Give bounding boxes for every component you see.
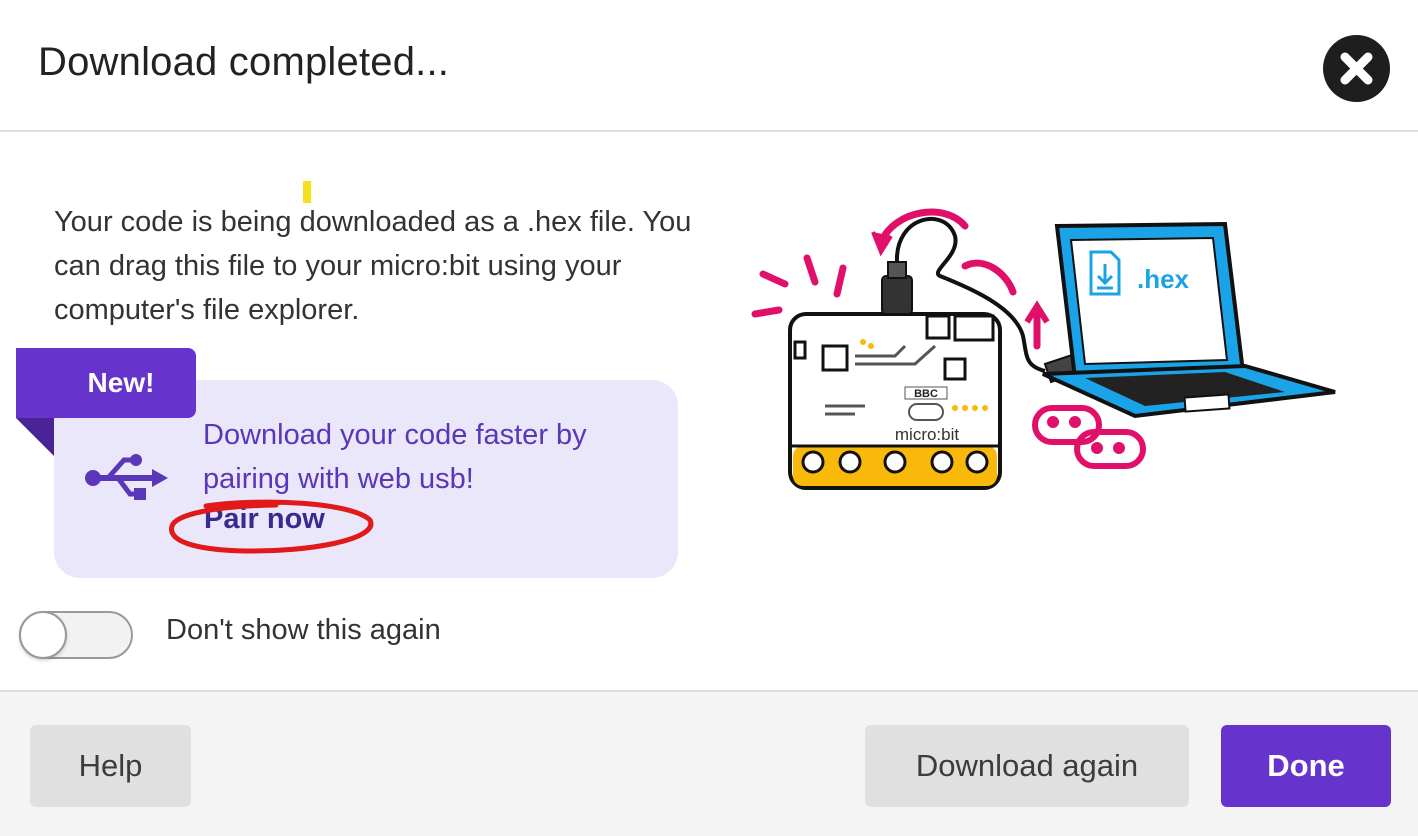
laptop: .hex — [1042, 221, 1336, 419]
pair-now-link[interactable]: Pair now — [204, 503, 325, 536]
promo-text: Download your code faster by pairing wit… — [203, 419, 587, 495]
toggle-knob — [19, 611, 67, 659]
spark-marks — [751, 254, 847, 318]
done-button[interactable]: Done — [1221, 725, 1391, 807]
laptop-file-label: .hex — [1137, 264, 1190, 294]
new-badge: New! — [16, 348, 196, 418]
microbit-laptop-illustration: BBC micro:bit .hex — [751, 208, 1336, 490]
new-badge-label: New! — [87, 367, 155, 398]
dont-show-toggle[interactable] — [19, 611, 133, 659]
usb-icon — [85, 454, 168, 500]
close-icon — [1340, 52, 1373, 85]
dialog-title: Download completed... — [38, 40, 450, 84]
board-bbc-text: BBC — [914, 388, 938, 400]
help-button[interactable]: Help — [30, 725, 191, 807]
download-again-button[interactable]: Download again — [865, 725, 1189, 807]
close-button[interactable] — [1323, 35, 1390, 102]
board-label-text: micro:bit — [895, 425, 960, 444]
microbit-board: BBC micro:bit — [788, 312, 1002, 490]
chain-links — [1032, 405, 1146, 469]
dont-show-label: Don't show this again — [166, 614, 441, 646]
dialog-footer — [0, 690, 1418, 836]
badge-fold — [16, 418, 54, 456]
download-message: Your code is being downloaded as a .hex … — [54, 206, 692, 326]
dialog-header: Download completed... — [0, 0, 1418, 132]
